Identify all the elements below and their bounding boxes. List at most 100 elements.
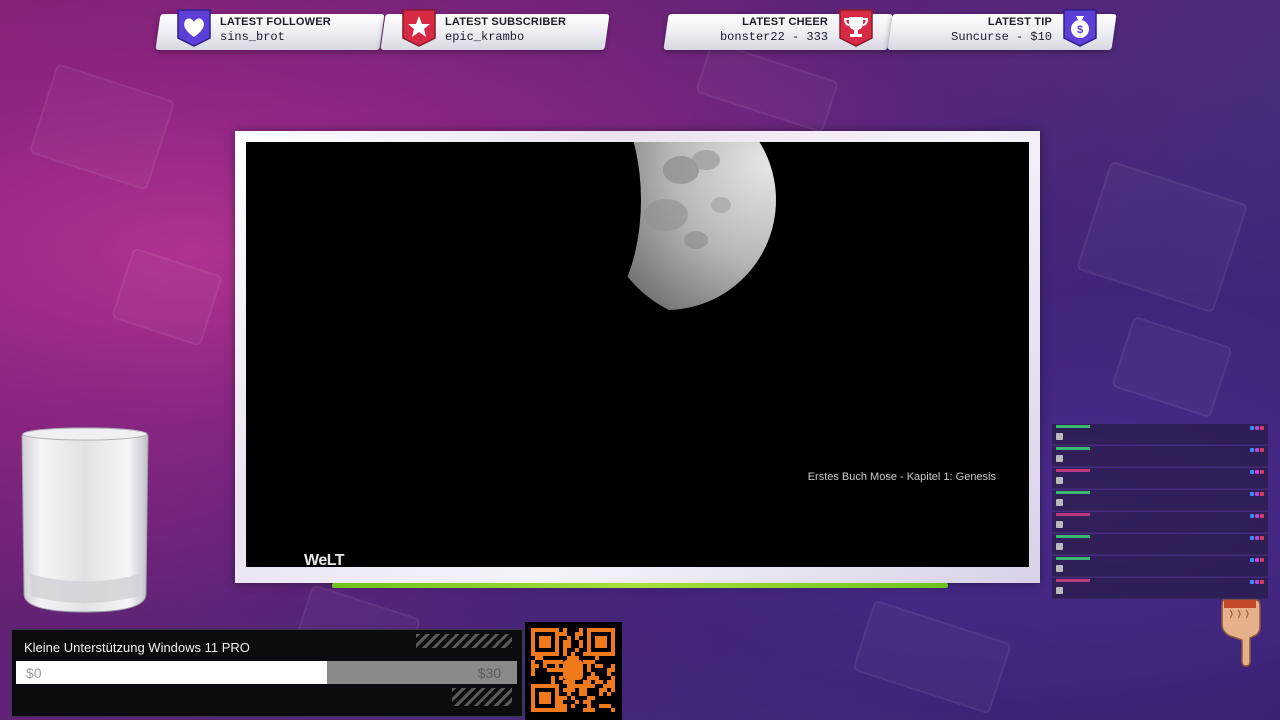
qr-module bbox=[567, 688, 571, 692]
qr-module bbox=[571, 684, 575, 688]
qr-module bbox=[591, 652, 595, 656]
chat-badges bbox=[1250, 470, 1264, 474]
qr-module bbox=[559, 708, 563, 712]
qr-module bbox=[587, 668, 591, 672]
qr-module bbox=[599, 680, 603, 684]
qr-module bbox=[535, 684, 539, 688]
qr-module bbox=[555, 636, 559, 640]
qr-module bbox=[595, 628, 599, 632]
qr-module bbox=[555, 628, 559, 632]
qr-module bbox=[563, 628, 567, 632]
qr-module bbox=[531, 688, 535, 692]
qr-module bbox=[539, 652, 543, 656]
qr-module bbox=[531, 632, 535, 636]
qr-module bbox=[607, 692, 611, 696]
qr-module bbox=[531, 640, 535, 644]
qr-module bbox=[571, 656, 575, 660]
qr-module bbox=[563, 704, 567, 708]
qr-module bbox=[571, 688, 575, 692]
chat-avatar bbox=[1056, 455, 1063, 462]
qr-module bbox=[591, 628, 595, 632]
video-progress-line bbox=[332, 583, 948, 588]
chat-badges bbox=[1250, 558, 1264, 562]
qr-module bbox=[543, 664, 547, 668]
qr-module bbox=[551, 684, 555, 688]
qr-module bbox=[547, 668, 551, 672]
chat-message bbox=[1052, 490, 1268, 511]
qr-module bbox=[599, 628, 603, 632]
latest-subscriber-name: epic_krambo bbox=[445, 30, 525, 44]
qr-module bbox=[555, 668, 559, 672]
latest-follower-name: sins_brot bbox=[220, 30, 285, 44]
qr-module bbox=[599, 644, 603, 648]
welt-logo: WeLT bbox=[304, 552, 345, 567]
qr-module bbox=[603, 688, 607, 692]
video-player[interactable]: Erstes Buch Mose - Kapitel 1: Genesis We… bbox=[246, 142, 1029, 567]
latest-cheer-widget: LATEST CHEER bonster22 - 333 bbox=[663, 9, 893, 50]
background-texture bbox=[28, 63, 176, 191]
qr-module bbox=[575, 684, 579, 688]
latest-tip-widget: $ LATEST TIP Suncurse - $10 bbox=[887, 9, 1117, 50]
qr-module bbox=[531, 672, 535, 676]
qr-module bbox=[611, 668, 615, 672]
qr-module bbox=[539, 636, 543, 640]
chat-message bbox=[1052, 534, 1268, 555]
qr-module bbox=[587, 676, 591, 680]
chat-badges bbox=[1250, 514, 1264, 518]
video-caption: Erstes Buch Mose - Kapitel 1: Genesis bbox=[807, 471, 996, 483]
goal-title: Kleine Unterstützung Windows 11 PRO bbox=[24, 640, 250, 655]
qr-module bbox=[563, 680, 567, 684]
qr-module bbox=[599, 640, 603, 644]
qr-module bbox=[595, 680, 599, 684]
qr-module bbox=[551, 680, 555, 684]
goal-end-label: $30 bbox=[477, 665, 501, 681]
qr-module bbox=[579, 692, 583, 696]
trophy-icon bbox=[839, 9, 873, 47]
chat-avatar bbox=[1056, 543, 1063, 550]
chat-username bbox=[1056, 491, 1090, 494]
goal-progress-bar: $0 $30 bbox=[16, 661, 517, 684]
qr-module bbox=[559, 632, 563, 636]
qr-module bbox=[555, 664, 559, 668]
qr-module bbox=[603, 636, 607, 640]
qr-module bbox=[567, 656, 571, 660]
qr-module bbox=[607, 668, 611, 672]
qr-code[interactable] bbox=[525, 622, 622, 720]
qr-module bbox=[575, 648, 579, 652]
qr-module bbox=[543, 692, 547, 696]
qr-module bbox=[583, 684, 587, 688]
qr-module bbox=[595, 644, 599, 648]
qr-module bbox=[583, 660, 587, 664]
qr-module bbox=[587, 680, 591, 684]
chat-username bbox=[1056, 469, 1090, 472]
qr-module bbox=[547, 640, 551, 644]
qr-module bbox=[555, 696, 559, 700]
qr-module bbox=[559, 700, 563, 704]
qr-module bbox=[531, 692, 535, 696]
qr-module bbox=[587, 708, 591, 712]
qr-module bbox=[547, 660, 551, 664]
qr-module bbox=[587, 636, 591, 640]
qr-module bbox=[587, 664, 591, 668]
qr-module bbox=[559, 676, 563, 680]
qr-module bbox=[591, 696, 595, 700]
qr-module bbox=[611, 632, 615, 636]
qr-module bbox=[531, 700, 535, 704]
qr-module bbox=[547, 684, 551, 688]
qr-module bbox=[595, 636, 599, 640]
qr-module bbox=[599, 704, 603, 708]
pointing-hand-image bbox=[1221, 599, 1261, 667]
qr-module bbox=[567, 680, 571, 684]
chat-avatar bbox=[1056, 587, 1063, 594]
qr-module bbox=[579, 684, 583, 688]
qr-module bbox=[595, 656, 599, 660]
qr-module bbox=[611, 648, 615, 652]
qr-module bbox=[611, 688, 615, 692]
qr-module bbox=[555, 688, 559, 692]
chat-message bbox=[1052, 468, 1268, 489]
qr-module bbox=[563, 708, 567, 712]
qr-module bbox=[539, 644, 543, 648]
qr-module bbox=[595, 652, 599, 656]
qr-module bbox=[611, 644, 615, 648]
qr-module bbox=[595, 664, 599, 668]
